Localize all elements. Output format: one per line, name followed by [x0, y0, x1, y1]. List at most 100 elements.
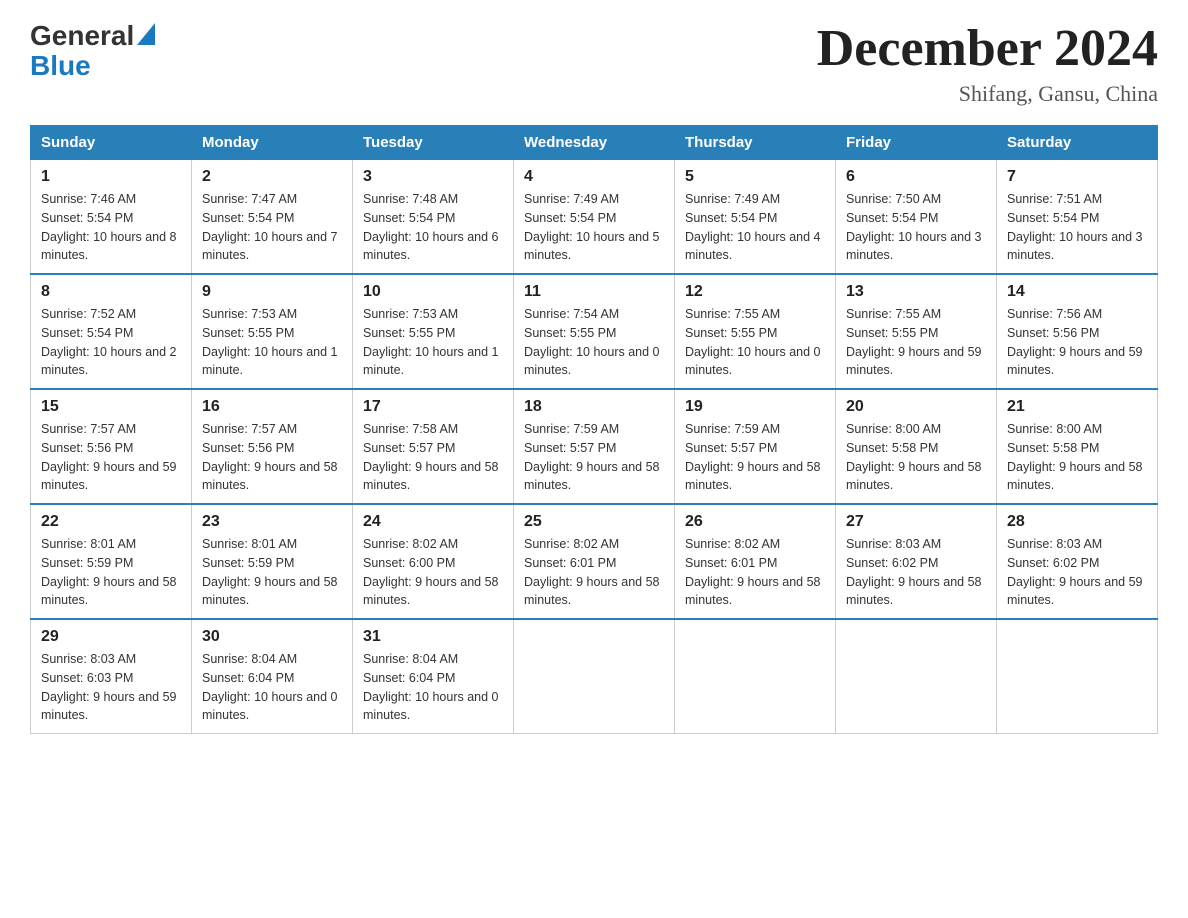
day-number: 10: [363, 283, 503, 301]
day-number: 23: [202, 513, 342, 531]
week-row-1: 1 Sunrise: 7:46 AMSunset: 5:54 PMDayligh…: [31, 160, 1158, 275]
calendar-cell: 11 Sunrise: 7:54 AMSunset: 5:55 PMDaylig…: [514, 274, 675, 389]
day-number: 12: [685, 283, 825, 301]
calendar-cell: 22 Sunrise: 8:01 AMSunset: 5:59 PMDaylig…: [31, 504, 192, 619]
calendar-cell: 18 Sunrise: 7:59 AMSunset: 5:57 PMDaylig…: [514, 389, 675, 504]
day-number: 6: [846, 168, 986, 186]
day-number: 14: [1007, 283, 1147, 301]
month-title: December 2024: [817, 20, 1158, 77]
day-info: Sunrise: 7:48 AMSunset: 5:54 PMDaylight:…: [363, 192, 499, 262]
day-number: 22: [41, 513, 181, 531]
day-info: Sunrise: 7:53 AMSunset: 5:55 PMDaylight:…: [202, 307, 338, 377]
day-info: Sunrise: 7:59 AMSunset: 5:57 PMDaylight:…: [685, 422, 821, 492]
day-number: 21: [1007, 398, 1147, 416]
calendar-cell: 14 Sunrise: 7:56 AMSunset: 5:56 PMDaylig…: [997, 274, 1158, 389]
day-number: 19: [685, 398, 825, 416]
column-header-wednesday: Wednesday: [514, 126, 675, 160]
day-info: Sunrise: 8:02 AMSunset: 6:01 PMDaylight:…: [685, 537, 821, 607]
calendar-cell: [836, 619, 997, 734]
day-number: 20: [846, 398, 986, 416]
week-row-4: 22 Sunrise: 8:01 AMSunset: 5:59 PMDaylig…: [31, 504, 1158, 619]
calendar-cell: 8 Sunrise: 7:52 AMSunset: 5:54 PMDayligh…: [31, 274, 192, 389]
calendar-cell: 31 Sunrise: 8:04 AMSunset: 6:04 PMDaylig…: [353, 619, 514, 734]
calendar-cell: 15 Sunrise: 7:57 AMSunset: 5:56 PMDaylig…: [31, 389, 192, 504]
calendar-header: SundayMondayTuesdayWednesdayThursdayFrid…: [31, 126, 1158, 160]
day-number: 30: [202, 628, 342, 646]
day-info: Sunrise: 8:03 AMSunset: 6:03 PMDaylight:…: [41, 652, 177, 722]
calendar-cell: 12 Sunrise: 7:55 AMSunset: 5:55 PMDaylig…: [675, 274, 836, 389]
logo-general-text: General: [30, 20, 134, 52]
calendar-cell: 9 Sunrise: 7:53 AMSunset: 5:55 PMDayligh…: [192, 274, 353, 389]
week-row-2: 8 Sunrise: 7:52 AMSunset: 5:54 PMDayligh…: [31, 274, 1158, 389]
calendar-cell: 7 Sunrise: 7:51 AMSunset: 5:54 PMDayligh…: [997, 160, 1158, 275]
location-subtitle: Shifang, Gansu, China: [817, 81, 1158, 107]
calendar-cell: 24 Sunrise: 8:02 AMSunset: 6:00 PMDaylig…: [353, 504, 514, 619]
calendar-cell: 4 Sunrise: 7:49 AMSunset: 5:54 PMDayligh…: [514, 160, 675, 275]
calendar-cell: 5 Sunrise: 7:49 AMSunset: 5:54 PMDayligh…: [675, 160, 836, 275]
calendar-body: 1 Sunrise: 7:46 AMSunset: 5:54 PMDayligh…: [31, 160, 1158, 734]
day-number: 27: [846, 513, 986, 531]
logo: General Blue: [30, 20, 155, 82]
calendar-cell: 25 Sunrise: 8:02 AMSunset: 6:01 PMDaylig…: [514, 504, 675, 619]
calendar-cell: 27 Sunrise: 8:03 AMSunset: 6:02 PMDaylig…: [836, 504, 997, 619]
day-info: Sunrise: 7:54 AMSunset: 5:55 PMDaylight:…: [524, 307, 660, 377]
calendar-cell: 1 Sunrise: 7:46 AMSunset: 5:54 PMDayligh…: [31, 160, 192, 275]
day-info: Sunrise: 7:46 AMSunset: 5:54 PMDaylight:…: [41, 192, 177, 262]
day-number: 31: [363, 628, 503, 646]
day-info: Sunrise: 7:56 AMSunset: 5:56 PMDaylight:…: [1007, 307, 1143, 377]
calendar-cell: 20 Sunrise: 8:00 AMSunset: 5:58 PMDaylig…: [836, 389, 997, 504]
page-header: General Blue December 2024 Shifang, Gans…: [30, 20, 1158, 107]
day-info: Sunrise: 7:47 AMSunset: 5:54 PMDaylight:…: [202, 192, 338, 262]
day-number: 26: [685, 513, 825, 531]
column-header-saturday: Saturday: [997, 126, 1158, 160]
day-number: 25: [524, 513, 664, 531]
day-number: 28: [1007, 513, 1147, 531]
calendar-cell: 29 Sunrise: 8:03 AMSunset: 6:03 PMDaylig…: [31, 619, 192, 734]
day-number: 8: [41, 283, 181, 301]
day-info: Sunrise: 7:52 AMSunset: 5:54 PMDaylight:…: [41, 307, 177, 377]
column-header-friday: Friday: [836, 126, 997, 160]
day-number: 16: [202, 398, 342, 416]
day-info: Sunrise: 7:49 AMSunset: 5:54 PMDaylight:…: [685, 192, 821, 262]
calendar-cell: 13 Sunrise: 7:55 AMSunset: 5:55 PMDaylig…: [836, 274, 997, 389]
day-info: Sunrise: 7:53 AMSunset: 5:55 PMDaylight:…: [363, 307, 499, 377]
calendar-cell: 3 Sunrise: 7:48 AMSunset: 5:54 PMDayligh…: [353, 160, 514, 275]
day-info: Sunrise: 8:04 AMSunset: 6:04 PMDaylight:…: [363, 652, 499, 722]
column-header-monday: Monday: [192, 126, 353, 160]
day-number: 5: [685, 168, 825, 186]
day-info: Sunrise: 8:03 AMSunset: 6:02 PMDaylight:…: [846, 537, 982, 607]
calendar-cell: 17 Sunrise: 7:58 AMSunset: 5:57 PMDaylig…: [353, 389, 514, 504]
calendar-table: SundayMondayTuesdayWednesdayThursdayFrid…: [30, 125, 1158, 734]
calendar-cell: 23 Sunrise: 8:01 AMSunset: 5:59 PMDaylig…: [192, 504, 353, 619]
day-number: 13: [846, 283, 986, 301]
calendar-cell: 6 Sunrise: 7:50 AMSunset: 5:54 PMDayligh…: [836, 160, 997, 275]
day-number: 1: [41, 168, 181, 186]
calendar-cell: [997, 619, 1158, 734]
calendar-cell: 26 Sunrise: 8:02 AMSunset: 6:01 PMDaylig…: [675, 504, 836, 619]
logo-blue-text: Blue: [30, 50, 91, 82]
day-info: Sunrise: 7:51 AMSunset: 5:54 PMDaylight:…: [1007, 192, 1143, 262]
calendar-cell: 21 Sunrise: 8:00 AMSunset: 5:58 PMDaylig…: [997, 389, 1158, 504]
column-header-tuesday: Tuesday: [353, 126, 514, 160]
calendar-cell: 16 Sunrise: 7:57 AMSunset: 5:56 PMDaylig…: [192, 389, 353, 504]
day-info: Sunrise: 8:00 AMSunset: 5:58 PMDaylight:…: [846, 422, 982, 492]
day-info: Sunrise: 7:50 AMSunset: 5:54 PMDaylight:…: [846, 192, 982, 262]
day-info: Sunrise: 7:55 AMSunset: 5:55 PMDaylight:…: [685, 307, 821, 377]
calendar-cell: 10 Sunrise: 7:53 AMSunset: 5:55 PMDaylig…: [353, 274, 514, 389]
day-number: 11: [524, 283, 664, 301]
day-info: Sunrise: 8:01 AMSunset: 5:59 PMDaylight:…: [202, 537, 338, 607]
day-info: Sunrise: 7:49 AMSunset: 5:54 PMDaylight:…: [524, 192, 660, 262]
calendar-cell: 2 Sunrise: 7:47 AMSunset: 5:54 PMDayligh…: [192, 160, 353, 275]
day-number: 18: [524, 398, 664, 416]
day-info: Sunrise: 7:58 AMSunset: 5:57 PMDaylight:…: [363, 422, 499, 492]
day-info: Sunrise: 7:57 AMSunset: 5:56 PMDaylight:…: [202, 422, 338, 492]
calendar-cell: 30 Sunrise: 8:04 AMSunset: 6:04 PMDaylig…: [192, 619, 353, 734]
day-number: 3: [363, 168, 503, 186]
day-info: Sunrise: 8:01 AMSunset: 5:59 PMDaylight:…: [41, 537, 177, 607]
week-row-5: 29 Sunrise: 8:03 AMSunset: 6:03 PMDaylig…: [31, 619, 1158, 734]
day-info: Sunrise: 8:03 AMSunset: 6:02 PMDaylight:…: [1007, 537, 1143, 607]
day-number: 29: [41, 628, 181, 646]
day-number: 7: [1007, 168, 1147, 186]
day-info: Sunrise: 7:57 AMSunset: 5:56 PMDaylight:…: [41, 422, 177, 492]
day-number: 9: [202, 283, 342, 301]
